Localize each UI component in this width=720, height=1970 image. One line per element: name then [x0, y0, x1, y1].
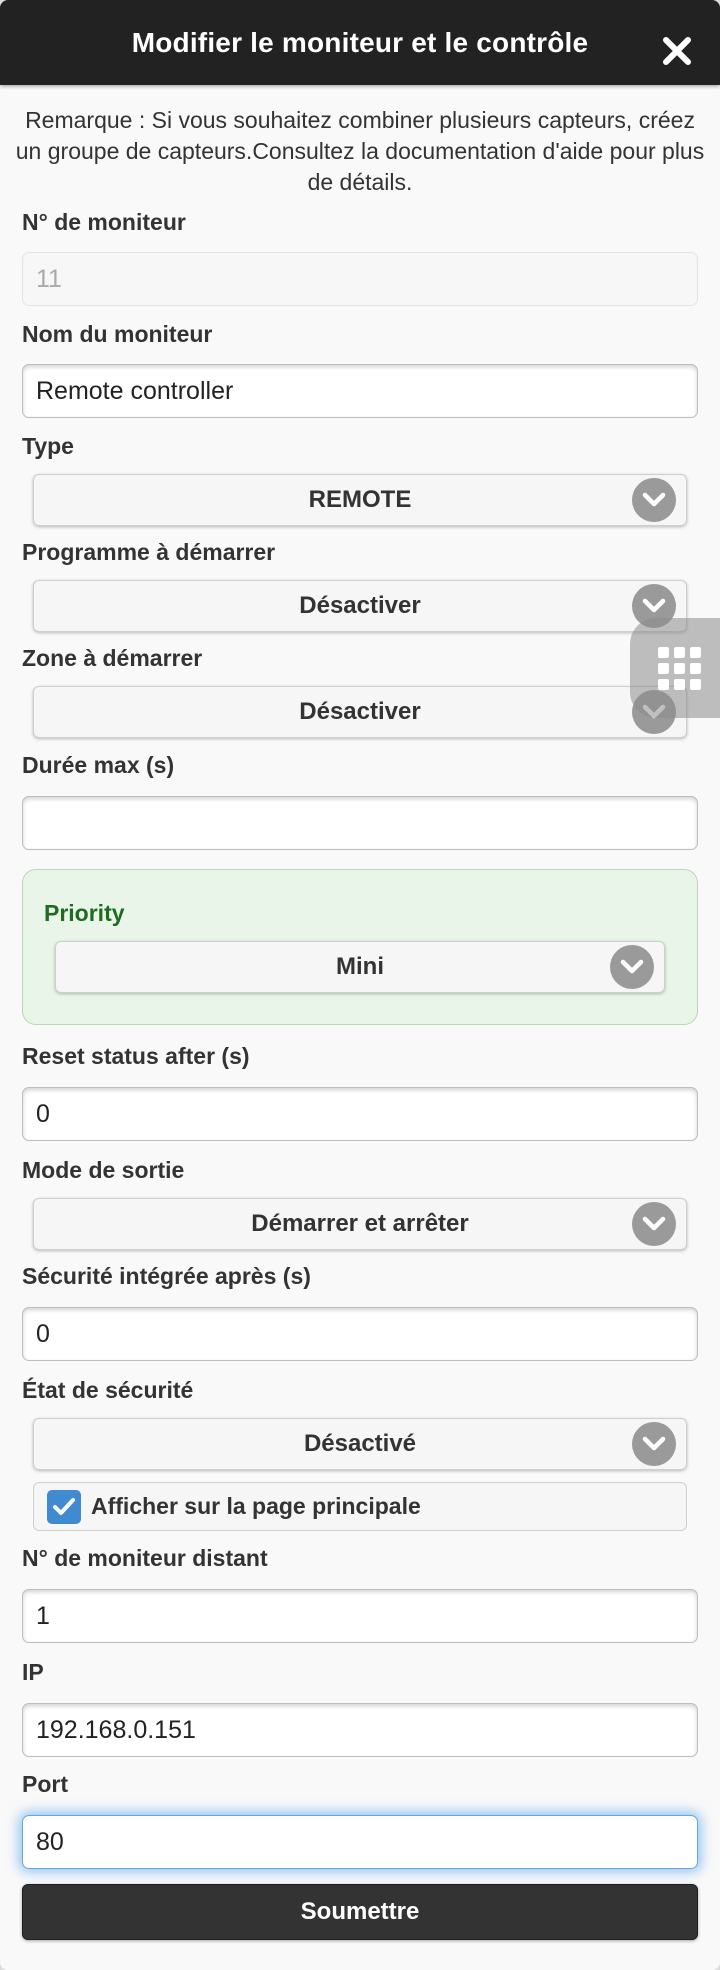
output-mode-select[interactable]: Démarrer et arrêter	[33, 1198, 687, 1250]
ip-label: IP	[22, 1659, 44, 1685]
type-label: Type	[22, 433, 74, 459]
failsafe-after-value: 0	[36, 1319, 50, 1348]
remote-monitor-input[interactable]: 1	[22, 1589, 698, 1643]
monitor-name-value: Remote controller	[36, 376, 234, 405]
chevron-down-icon	[632, 1422, 676, 1466]
zone-select[interactable]: Désactiver	[33, 686, 687, 738]
show-main-page-checkbox-row[interactable]: Afficher sur la page principale	[33, 1482, 687, 1531]
zone-selected: Désactiver	[299, 698, 421, 725]
close-button[interactable]	[650, 26, 704, 76]
reset-status-label: Reset status after (s)	[22, 1043, 250, 1069]
monitor-number-input: 11	[22, 252, 698, 306]
grid-menu-icon	[658, 647, 701, 690]
zone-label: Zone à démarrer	[22, 645, 203, 671]
help-note: Remarque : Si vous souhaitez combiner pl…	[15, 107, 705, 195]
max-duration-input[interactable]	[22, 796, 698, 850]
port-label: Port	[22, 1771, 68, 1797]
reset-status-value: 0	[36, 1099, 50, 1128]
monitor-number-value: 11	[36, 264, 62, 293]
type-select[interactable]: REMOTE	[33, 474, 687, 526]
reset-status-input[interactable]: 0	[22, 1087, 698, 1141]
close-icon	[663, 37, 691, 65]
ip-value: 192.168.0.151	[36, 1715, 196, 1744]
program-label: Programme à démarrer	[22, 539, 276, 565]
failsafe-state-selected: Désactivé	[303, 1430, 417, 1457]
program-select[interactable]: Désactiver	[33, 580, 687, 632]
type-selected: REMOTE	[308, 486, 412, 513]
output-mode-selected: Démarrer et arrêter	[251, 1210, 469, 1237]
monitor-name-label: Nom du moniteur	[22, 321, 213, 347]
monitor-name-input[interactable]: Remote controller	[22, 364, 698, 418]
ip-input[interactable]: 192.168.0.151	[22, 1703, 698, 1757]
port-input[interactable]: 80	[22, 1815, 698, 1869]
chevron-down-icon	[610, 945, 654, 989]
chevron-down-icon	[632, 478, 676, 522]
priority-selected: Mini	[336, 953, 384, 980]
max-duration-label: Durée max (s)	[22, 752, 175, 778]
port-value: 80	[36, 1827, 64, 1856]
priority-section: Priority Mini	[22, 869, 698, 1025]
failsafe-after-input[interactable]: 0	[22, 1307, 698, 1361]
floating-menu-button[interactable]	[630, 618, 720, 718]
remote-monitor-label: N° de moniteur distant	[22, 1545, 268, 1571]
priority-label: Priority	[44, 900, 125, 926]
failsafe-state-select[interactable]: Désactivé	[33, 1418, 687, 1470]
show-main-page-checkbox[interactable]	[47, 1489, 81, 1524]
program-selected: Désactiver	[299, 592, 421, 619]
checkmark-icon	[53, 1497, 75, 1515]
chevron-down-icon	[632, 1202, 676, 1246]
monitor-number-label: N° de moniteur	[22, 209, 186, 235]
dialog-header: Modifier le moniteur et le contrôle	[0, 0, 720, 85]
output-mode-label: Mode de sortie	[22, 1157, 185, 1183]
show-main-page-label: Afficher sur la page principale	[91, 1493, 421, 1519]
priority-select[interactable]: Mini	[55, 941, 665, 993]
edit-monitor-dialog: Modifier le moniteur et le contrôle Rema…	[0, 0, 720, 1970]
failsafe-state-label: État de sécurité	[22, 1377, 194, 1403]
remote-monitor-value: 1	[36, 1601, 50, 1630]
failsafe-after-label: Sécurité intégrée après (s)	[22, 1263, 311, 1289]
dialog-title: Modifier le moniteur et le contrôle	[131, 27, 589, 58]
submit-button[interactable]: Soumettre	[22, 1884, 698, 1940]
